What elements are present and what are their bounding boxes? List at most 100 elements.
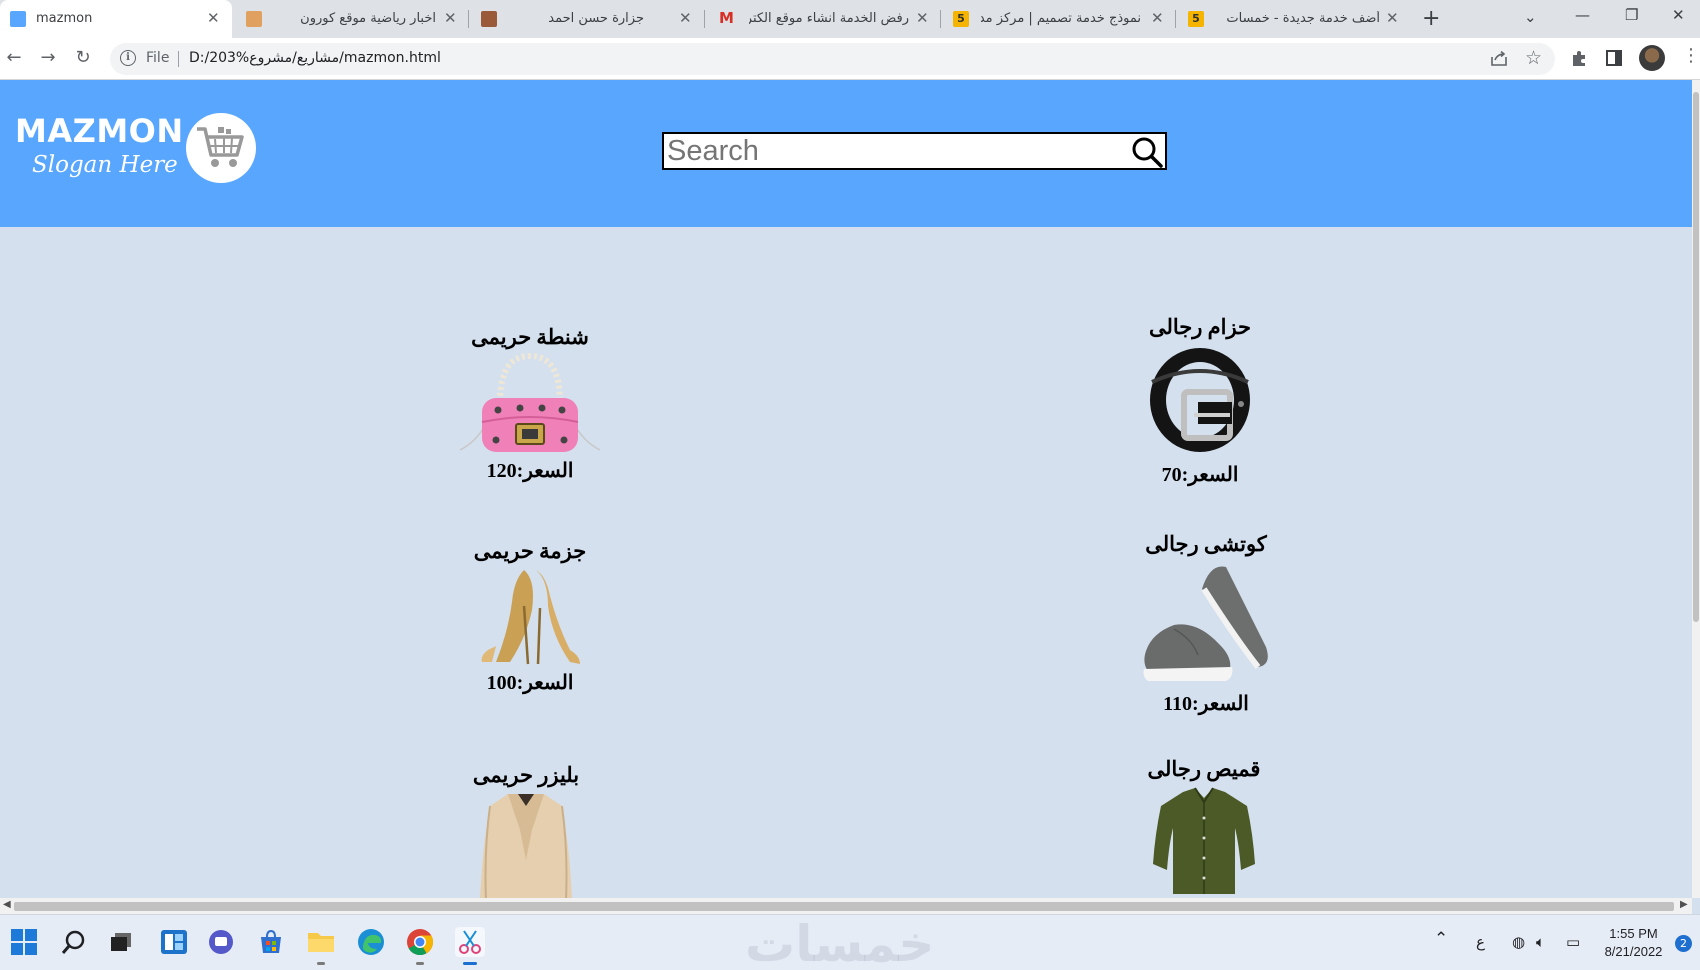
- file-explorer-icon[interactable]: [306, 927, 336, 965]
- teams-chat-icon[interactable]: [206, 927, 236, 957]
- close-tab-icon[interactable]: ✕: [1386, 9, 1399, 27]
- watermark-text: خمسات: [745, 915, 935, 970]
- tab-title: نموذج خدمة تصميم | مركز مد: [981, 11, 1141, 26]
- horizontal-scroll-thumb[interactable]: [14, 902, 1674, 911]
- product-card[interactable]: بليزر حريمى: [406, 763, 646, 898]
- handbag-image-icon: [459, 352, 601, 452]
- tab-title: اخبار رياضية موقع كورون: [300, 11, 436, 26]
- horizontal-scrollbar[interactable]: ◀ ▶: [0, 898, 1692, 914]
- language-indicator[interactable]: ع: [1476, 933, 1485, 951]
- close-tab-icon[interactable]: ✕: [444, 9, 457, 27]
- product-price: السعر:70: [1161, 464, 1239, 486]
- product-name: جزمة حريمى: [473, 539, 587, 563]
- search-icon[interactable]: [59, 927, 89, 957]
- volume-icon[interactable]: 🔈︎: [1536, 933, 1545, 951]
- tab-search-icon[interactable]: ⌄: [1524, 8, 1537, 26]
- store-icon[interactable]: [256, 927, 286, 957]
- khamsat-favicon-icon: 5: [1188, 11, 1204, 27]
- tab-title: mazmon: [36, 11, 93, 26]
- tab-add-service[interactable]: 5 أضف خدمة جديدة - خمسات ✕: [1176, 0, 1411, 38]
- close-tab-icon[interactable]: ✕: [916, 9, 929, 27]
- close-window-icon[interactable]: ✕: [1672, 6, 1685, 24]
- cart-logo-icon[interactable]: [186, 113, 256, 183]
- new-tab-button[interactable]: +: [1422, 6, 1440, 31]
- sneakers-image-icon: [1143, 566, 1268, 681]
- restore-icon[interactable]: ❐: [1625, 6, 1638, 24]
- address-divider: [178, 51, 179, 67]
- tab-title: أضف خدمة جديدة - خمسات: [1226, 11, 1380, 26]
- task-view-icon[interactable]: [106, 927, 136, 957]
- product-area: حزام رجالى السعر:70 شنطة حريمى السعر:120…: [0, 227, 1692, 898]
- bookmark-star-icon[interactable]: ☆: [1525, 47, 1542, 69]
- site-info-icon[interactable]: i: [120, 50, 136, 66]
- search-input[interactable]: [664, 134, 1124, 168]
- belt-image-icon: [1150, 348, 1250, 452]
- clock-date: 8/21/2022: [1604, 944, 1663, 959]
- browser-tab-strip: mazmon ✕ اخبار رياضية موقع كورون ✕ جزارة…: [0, 0, 1700, 38]
- product-name: شنطة حريمى: [471, 325, 589, 349]
- profile-avatar[interactable]: [1639, 45, 1665, 71]
- blazer-image-icon: [480, 794, 572, 898]
- running-indicator: [416, 962, 424, 965]
- address-bar[interactable]: i File D:/203%مشاريع/مشروع/mazmon.html ☆: [110, 43, 1555, 75]
- close-tab-icon[interactable]: ✕: [679, 9, 692, 27]
- khamsat-favicon-icon: 5: [953, 11, 969, 27]
- product-card[interactable]: كوتشى رجالى السعر:110: [1086, 532, 1326, 716]
- close-tab-icon[interactable]: ✕: [1151, 9, 1164, 27]
- product-card[interactable]: قميص رجالى: [1084, 757, 1324, 896]
- logo-slogan: Slogan Here: [32, 152, 178, 178]
- product-name: كوتشى رجالى: [1145, 532, 1267, 556]
- product-price: السعر:100: [486, 672, 574, 694]
- battery-icon[interactable]: ▭: [1566, 933, 1580, 951]
- reload-icon[interactable]: ↻: [71, 47, 95, 68]
- product-card[interactable]: حزام رجالى السعر:70: [1080, 315, 1320, 487]
- vertical-scrollbar[interactable]: [1692, 80, 1700, 898]
- extensions-icon[interactable]: [1570, 50, 1588, 68]
- product-name: بليزر حريمى: [472, 763, 580, 787]
- snipping-tool-icon[interactable]: [455, 927, 485, 965]
- running-indicator: [317, 962, 325, 965]
- scroll-left-icon[interactable]: ◀: [3, 899, 11, 910]
- scroll-right-icon[interactable]: ▶: [1680, 899, 1688, 910]
- windows-taskbar: خمسات ⌃ ع ◍ 🔈︎ ▭ 1:55 PM 8/21/2022 2: [0, 914, 1700, 970]
- network-globe-icon[interactable]: ◍: [1512, 933, 1525, 951]
- tab-gmail[interactable]: M رفض الخدمة انشاء موقع الكتر ✕: [705, 0, 940, 38]
- close-tab-icon[interactable]: ✕: [207, 9, 220, 27]
- show-hidden-icons-icon[interactable]: ⌃: [1434, 929, 1448, 949]
- minimize-icon[interactable]: —: [1575, 6, 1590, 24]
- notification-badge[interactable]: 2: [1675, 935, 1692, 952]
- system-clock[interactable]: 1:55 PM 8/21/2022: [1596, 925, 1671, 961]
- address-url[interactable]: D:/203%مشاريع/مشروع/mazmon.html: [189, 50, 441, 66]
- active-indicator: [463, 962, 477, 965]
- tab-mazmon[interactable]: mazmon ✕: [0, 0, 232, 38]
- tab-butcher[interactable]: جزارة حسن احمد ✕: [469, 0, 704, 38]
- product-card[interactable]: جزمة حريمى السعر:100: [410, 539, 650, 695]
- tab-title: جزارة حسن احمد: [548, 11, 644, 26]
- tab-sports-news[interactable]: اخبار رياضية موقع كورون ✕: [232, 0, 468, 38]
- sports-favicon-icon: [246, 11, 262, 27]
- tab-title: رفض الخدمة انشاء موقع الكتر: [749, 11, 909, 26]
- mazmon-favicon-icon: [10, 11, 26, 27]
- back-icon[interactable]: ←: [2, 47, 26, 68]
- search-icon[interactable]: [1131, 136, 1163, 168]
- share-icon[interactable]: [1490, 51, 1508, 67]
- forward-icon[interactable]: →: [36, 47, 60, 68]
- butcher-favicon-icon: [481, 11, 497, 27]
- gmail-icon: M: [719, 9, 734, 27]
- product-card[interactable]: شنطة حريمى السعر:120: [410, 325, 650, 483]
- product-price: السعر:120: [486, 460, 574, 482]
- clock-time: 1:55 PM: [1609, 926, 1658, 941]
- chrome-icon[interactable]: [405, 927, 435, 965]
- edge-icon[interactable]: [356, 927, 386, 957]
- side-panel-icon[interactable]: [1606, 50, 1622, 66]
- site-header: MAZMON Slogan Here: [0, 80, 1692, 227]
- heels-image-icon: [481, 570, 580, 665]
- product-name: قميص رجالى: [1147, 757, 1261, 781]
- logo-text[interactable]: MAZMON: [15, 112, 184, 150]
- windows-start-icon[interactable]: [9, 927, 39, 957]
- menu-kebab-icon[interactable]: ⋮: [1682, 45, 1700, 66]
- shirt-image-icon: [1153, 787, 1255, 894]
- tab-service-form[interactable]: 5 نموذج خدمة تصميم | مركز مد ✕: [941, 0, 1175, 38]
- widgets-icon[interactable]: [159, 927, 189, 957]
- vertical-scroll-thumb[interactable]: [1693, 92, 1699, 622]
